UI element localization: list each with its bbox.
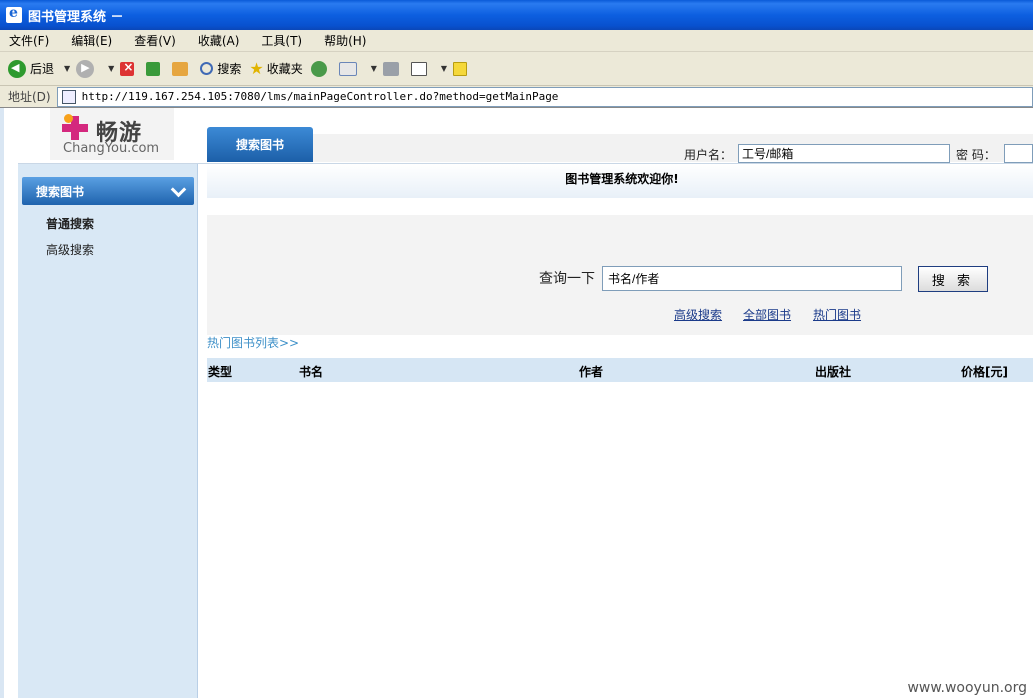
link-hot-books[interactable]: 热门图书 [813,306,861,323]
welcome-text: 图书管理系统欢迎你! [565,172,679,186]
favorites-button[interactable]: ★ 收藏夹 [249,57,302,81]
tab-search-books[interactable]: 搜索图书 [207,127,313,162]
username-input[interactable] [738,144,950,163]
username-label: 用户名： [684,148,733,162]
search-label: 搜索 [217,62,242,76]
address-label: 地址(D) [8,90,51,104]
note-icon [453,61,468,76]
back-dropdown-icon[interactable]: ▼ [64,64,70,73]
stop-button[interactable] [120,57,138,81]
sidebar-header[interactable]: 搜索图书 [22,177,194,205]
address-bar: 地址(D) http://119.167.254.105:7080/lms/ma… [0,86,1033,108]
site-header: 畅游 ChangYou.com 搜索图书 用户名： 密 码： [18,108,1033,164]
edit-icon [410,61,427,76]
mail-icon [338,61,357,76]
search-label: 查询一下 [539,271,595,287]
printer-icon [382,61,399,76]
sidebar-title: 搜索图书 [36,184,85,199]
mail-button[interactable] [338,57,361,81]
menu-edit[interactable]: 编辑(E) [68,31,115,50]
site-logo: 畅游 ChangYou.com [50,108,174,160]
window-title-bar: 图书管理系统 － [0,0,1033,30]
history-button[interactable] [310,57,331,81]
home-button[interactable] [172,57,192,81]
sidebar: 搜索图书 普通搜索 高级搜索 [18,164,198,698]
menu-view[interactable]: 查看(V) [131,31,179,50]
password-input[interactable] [1004,144,1033,163]
forward-dropdown-icon[interactable]: ▼ [108,64,114,73]
magnifier-icon [200,62,214,75]
search-input[interactable] [602,266,902,291]
history-icon [310,60,327,77]
books-table-header: 类型 书名 作者 出版社 价格[元] [207,358,1033,382]
col-publisher: 出版社 [815,365,852,379]
menu-file[interactable]: 文件(F) [6,31,52,50]
window-title: 图书管理系统 － [28,9,124,25]
menu-tools[interactable]: 工具(T) [258,31,305,50]
link-advanced-search[interactable]: 高级搜索 [674,306,722,323]
col-type: 类型 [208,365,233,379]
search-button[interactable]: 搜索 [200,57,241,81]
forward-button[interactable] [76,57,98,81]
browser-toolbar: 后退 ▼ ▼ 搜索 ★ 收藏夹 ▼ ▼ [0,52,1033,86]
chevron-down-icon[interactable] [170,183,186,199]
web-page: 畅游 ChangYou.com 搜索图书 用户名： 密 码： 搜索图书 普通搜索… [0,108,1033,698]
discuss-button[interactable] [453,57,471,81]
logo-mark-icon [62,114,88,140]
address-input[interactable]: http://119.167.254.105:7080/lms/mainPage… [56,86,1033,107]
edit-dropdown-icon[interactable]: ▼ [441,64,447,73]
sidebar-item-advanced-search[interactable]: 高级搜索 [46,241,94,258]
menu-favorites[interactable]: 收藏(A) [195,31,243,50]
link-all-books[interactable]: 全部图书 [743,306,791,323]
back-arrow-icon [8,59,26,78]
back-label: 后退 [30,62,55,76]
star-icon: ★ [249,59,264,78]
refresh-icon [146,61,161,76]
ie-icon [6,5,22,23]
hot-books-title[interactable]: 热门图书列表>> [207,334,299,351]
logo-text-en: ChangYou.com [63,141,160,156]
print-button[interactable] [382,57,403,81]
col-price: 价格[元] [961,365,1008,379]
search-panel: 查询一下 搜 索 高级搜索 全部图书 热门图书 [207,215,1033,335]
watermark: www.wooyun.org [907,680,1027,696]
mail-dropdown-icon[interactable]: ▼ [371,64,377,73]
menu-bar: 文件(F) 编辑(E) 查看(V) 收藏(A) 工具(T) 帮助(H) [0,30,1033,52]
forward-arrow-icon [76,59,95,78]
page-icon [61,89,76,104]
password-label: 密 码： [956,148,996,162]
welcome-banner: 图书管理系统欢迎你! [207,164,1033,198]
col-author: 作者 [579,365,604,379]
stop-icon [120,60,135,76]
col-title: 书名 [299,365,324,379]
sidebar-item-basic-search[interactable]: 普通搜索 [46,215,94,232]
address-url: http://119.167.254.105:7080/lms/mainPage… [81,90,559,103]
menu-help[interactable]: 帮助(H) [321,31,369,50]
favorites-label: 收藏夹 [266,62,303,76]
back-button[interactable]: 后退 [8,57,54,81]
search-submit-button[interactable]: 搜 索 [918,266,988,292]
home-icon [172,61,189,76]
edit-button[interactable] [410,57,431,81]
refresh-button[interactable] [146,57,164,81]
